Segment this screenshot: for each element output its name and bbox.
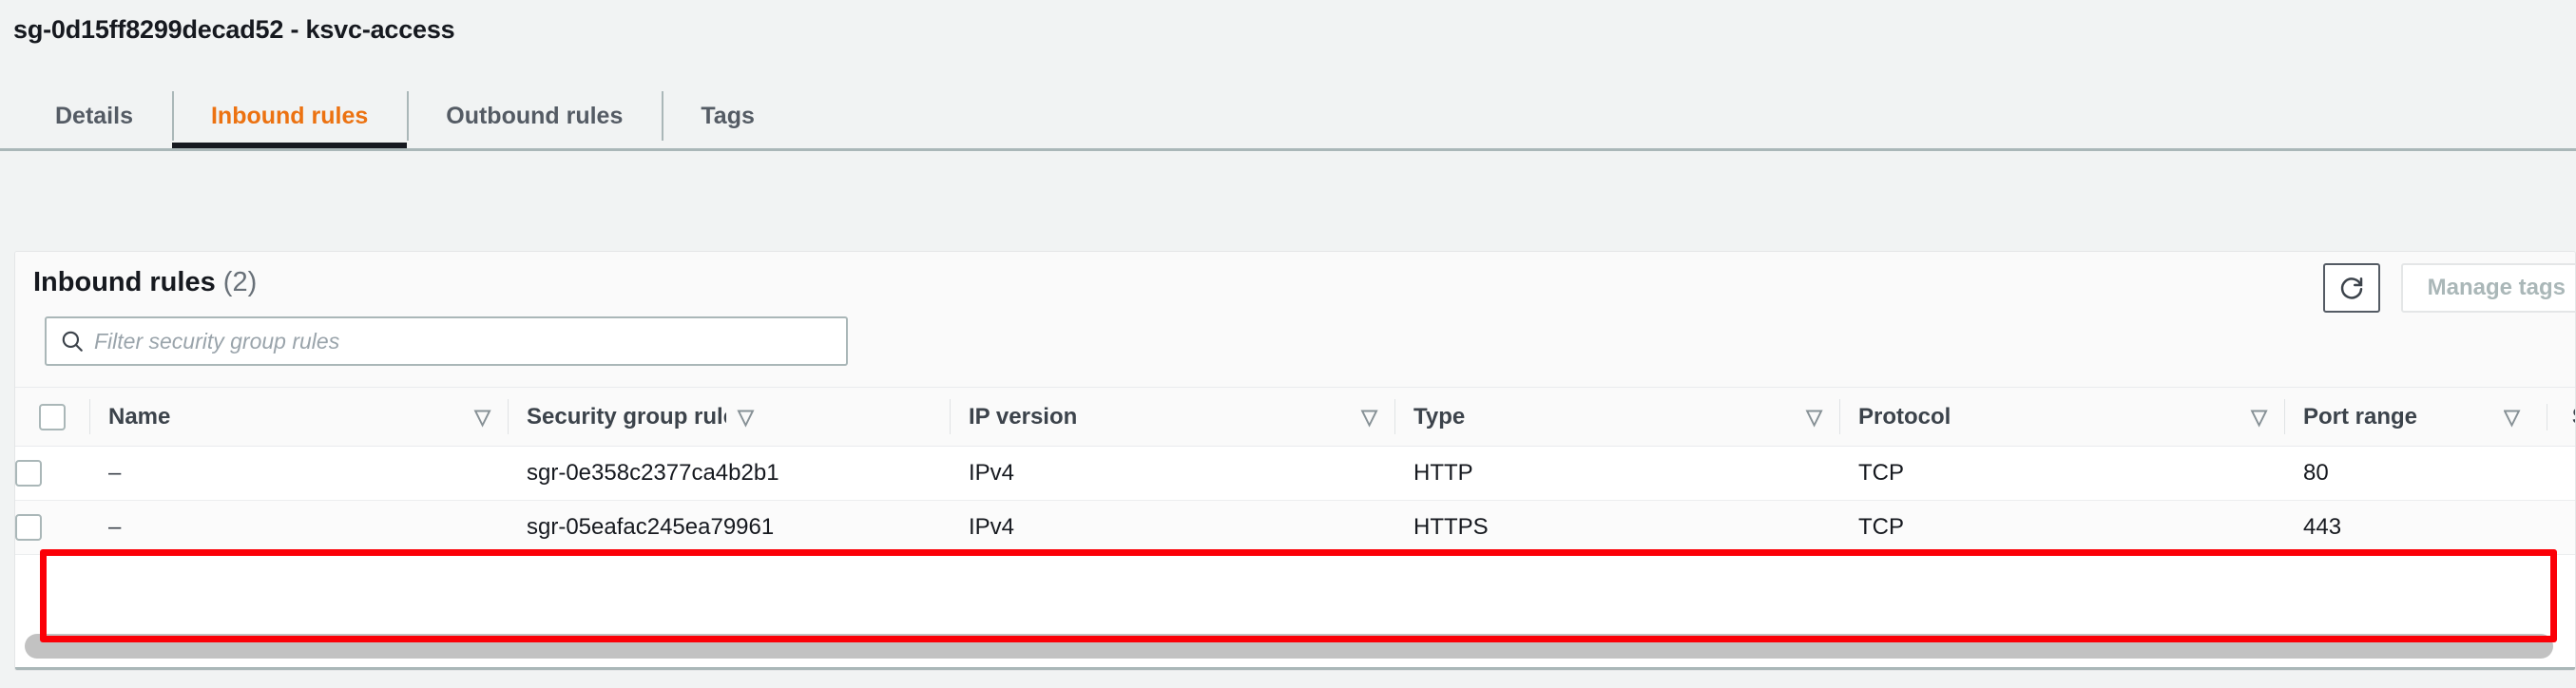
tab-inbound-rules[interactable]: Inbound rules	[171, 84, 408, 148]
tabs-row: Details Inbound rules Outbound rules Tag…	[13, 84, 2576, 148]
tab-bar-rule	[0, 148, 2576, 151]
column-header-type: Type	[1394, 387, 1616, 447]
tab-details-label: Details	[55, 102, 133, 129]
refresh-button[interactable]	[2322, 263, 2380, 313]
table-body: – sgr-0e358c2377ca4b2b1 IPv4 HTTP TCP 80…	[15, 446, 2575, 555]
tab-inbound-rules-label: Inbound rules	[210, 102, 369, 129]
row-checkbox[interactable]	[15, 460, 42, 487]
column-header-source: ▽ Source	[2504, 387, 2575, 447]
sort-icon[interactable]: ▽	[1361, 407, 1377, 428]
tab-bar: Details Inbound rules Outbound rules Tag…	[0, 84, 2576, 165]
cell-protocol: TCP	[1839, 500, 2284, 555]
cell-security-group-rule-id-value: sgr-05eafac245ea79961	[527, 514, 775, 540]
tab-outbound-rules[interactable]: Outbound rules	[407, 84, 662, 148]
manage-tags-button[interactable]: Manage tags	[2400, 263, 2575, 313]
cell-port-range-value: 443	[2303, 514, 2342, 540]
search-input[interactable]: Filter security group rules	[45, 316, 848, 366]
cell-ip-version: IPv4	[950, 500, 1394, 555]
inbound-rules-table: Name ▽ Security group rule...	[15, 387, 2575, 555]
cell-protocol-value: TCP	[1858, 460, 1904, 486]
cell-security-group-rule-id: sgr-0e358c2377ca4b2b1	[508, 446, 950, 501]
search-placeholder: Filter security group rules	[94, 328, 340, 354]
row-checkbox[interactable]	[15, 514, 42, 542]
column-header-port-range: Port range	[2284, 387, 2504, 447]
filter-area: Filter security group rules	[15, 315, 2575, 387]
cell-port-range-value: 80	[2303, 460, 2329, 486]
column-sort-security-group-rule-id: ▽	[726, 387, 950, 447]
row-select-cell	[15, 500, 89, 555]
card-header-actions: Manage tags	[2322, 263, 2575, 313]
card-bottom-rule	[15, 667, 2575, 670]
cell-name: –	[89, 446, 508, 501]
cell-ip-version: IPv4	[950, 446, 1394, 501]
column-header-name: Name	[89, 387, 289, 447]
inbound-rules-card: Inbound rules (2) Manage tags Filter sec…	[14, 251, 2576, 671]
column-header-security-group-rule-id: Security group rule...	[508, 387, 726, 447]
table-row[interactable]: – sgr-05eafac245ea79961 IPv4 HTTPS TCP 4…	[15, 500, 2575, 555]
column-header-name-label: Name	[108, 403, 171, 430]
table-row[interactable]: – sgr-0e358c2377ca4b2b1 IPv4 HTTP TCP 80	[15, 446, 2575, 501]
cell-protocol-value: TCP	[1858, 514, 1904, 540]
table-header-row: Name ▽ Security group rule...	[15, 387, 2575, 447]
column-header-protocol: Protocol	[1839, 387, 2061, 447]
panel-rule-count: (2)	[222, 267, 258, 297]
horizontal-scrollbar-thumb[interactable]	[25, 634, 2553, 659]
horizontal-scrollbar[interactable]	[25, 634, 2570, 659]
cell-type-value: HTTPS	[1413, 514, 1489, 540]
cell-security-group-rule-id: sgr-05eafac245ea79961	[508, 500, 950, 555]
panel-heading: Inbound rules (2)	[33, 267, 257, 298]
cell-port-range: 80	[2284, 446, 2575, 501]
cell-type: HTTP	[1394, 446, 1839, 501]
column-sort-type: ▽	[1616, 387, 1839, 447]
cell-type-value: HTTP	[1413, 460, 1473, 486]
column-sort-ip-version: ▽	[1171, 387, 1394, 447]
security-group-detail-page: sg-0d15ff8299decad52 - ksvc-access Detai…	[0, 0, 2576, 688]
cell-ip-version-value: IPv4	[969, 460, 1015, 486]
tab-tags[interactable]: Tags	[662, 84, 794, 148]
select-all-checkbox[interactable]	[39, 403, 66, 430]
cell-type: HTTPS	[1394, 500, 1839, 555]
column-header-ip-version-label: IP version	[969, 403, 1078, 430]
column-sort-name: ▽	[289, 387, 508, 447]
tab-underline	[171, 143, 408, 148]
sort-icon[interactable]: ▽	[474, 407, 490, 428]
select-all-header	[15, 387, 89, 447]
tab-details[interactable]: Details	[13, 84, 172, 148]
cell-security-group-rule-id-value: sgr-0e358c2377ca4b2b1	[527, 460, 779, 486]
cell-name-value: –	[108, 460, 122, 486]
page-title: sg-0d15ff8299decad52 - ksvc-access	[13, 15, 455, 44]
column-header-type-label: Type	[1413, 403, 1466, 430]
cell-name: –	[89, 500, 508, 555]
column-header-protocol-label: Protocol	[1858, 403, 1951, 430]
column-header-port-range-label: Port range	[2303, 403, 2418, 430]
tab-outbound-rules-label: Outbound rules	[446, 102, 624, 129]
tab-tags-label: Tags	[701, 102, 755, 129]
cell-protocol: TCP	[1839, 446, 2284, 501]
sort-icon[interactable]: ▽	[1806, 407, 1822, 428]
cell-port-range: 443	[2284, 500, 2575, 555]
column-sort-protocol: ▽	[2061, 387, 2284, 447]
rules-table-wrapper: Name ▽ Security group rule...	[15, 387, 2575, 555]
row-select-cell	[15, 446, 89, 501]
column-header-security-group-rule-id-label: Security group rule...	[527, 403, 726, 430]
sort-icon[interactable]: ▽	[2504, 406, 2520, 428]
column-header-ip-version: IP version	[950, 387, 1171, 447]
sort-icon[interactable]: ▽	[738, 407, 754, 428]
card-header: Inbound rules (2) Manage tags	[15, 252, 2575, 315]
cell-ip-version-value: IPv4	[969, 514, 1015, 540]
search-icon	[62, 331, 83, 352]
sort-icon[interactable]: ▽	[2251, 407, 2267, 428]
manage-tags-label: Manage tags	[2427, 275, 2566, 300]
cell-name-value: –	[108, 514, 122, 540]
panel-heading-text: Inbound rules	[33, 267, 216, 297]
refresh-icon	[2340, 277, 2362, 299]
column-header-source-label: Source	[2546, 403, 2575, 430]
